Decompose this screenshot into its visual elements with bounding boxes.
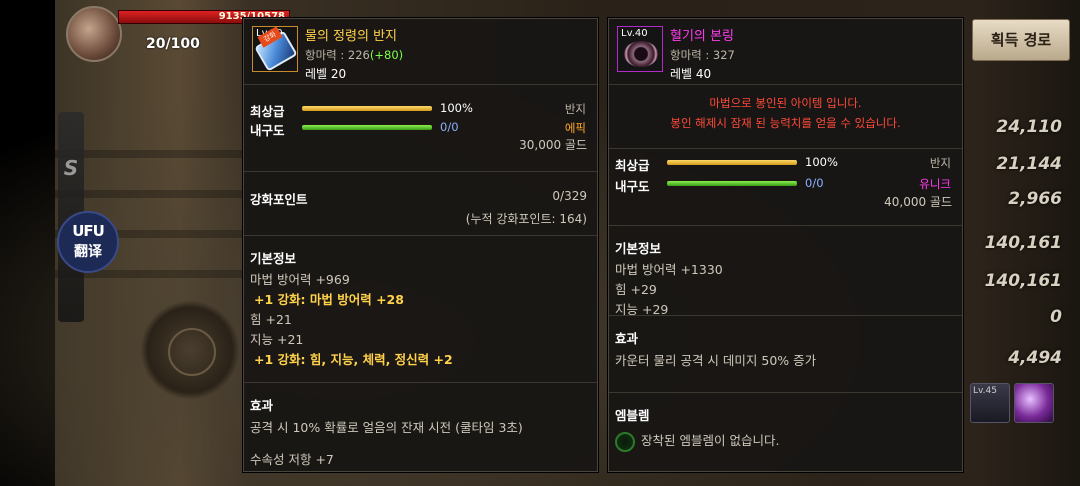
- item-tooltip-right: Lv.40 혈기의 본링 항마력 : 327 레벨 40 마법으로 봉인된 아이…: [608, 18, 963, 472]
- stat-value: 140,161: [984, 271, 1062, 291]
- item-header: Lv.20 강화 물의 정령의 반지 항마력 : 226(+80) 레벨 20: [244, 19, 597, 85]
- item-rarity: 에픽: [564, 121, 586, 135]
- durability-value: 0/0: [440, 120, 459, 134]
- grade-label: 최상급: [250, 104, 285, 119]
- magic-resist-bonus: (+80): [369, 48, 404, 62]
- basic-info-enhance-line: +1 강화: 마법 방어력 +28: [254, 292, 404, 307]
- emblem-slot-icon[interactable]: [615, 431, 635, 452]
- extra-section: 수속성 저항 +7: [244, 442, 597, 470]
- magic-resist-label: 항마력 : 327: [670, 48, 735, 62]
- basic-info-line: 마법 방어력 +1330: [615, 262, 723, 277]
- basic-info-line: 지능 +21: [250, 332, 304, 347]
- emblem-section: 엠블렘 장착된 엠블렘이 없습니다.: [609, 392, 962, 471]
- grade-label: 최상급: [615, 158, 650, 173]
- item-price: 30,000 골드: [519, 138, 587, 152]
- grade-row: 최상급 100% 반지: [250, 101, 590, 119]
- grade-row: 최상급 100% 반지: [615, 155, 955, 173]
- side-tab-label: S: [63, 156, 79, 180]
- durability-bar-fill: [302, 125, 432, 130]
- translate-button[interactable]: UFU 翻译: [57, 211, 119, 273]
- grade-bar: [667, 160, 797, 165]
- item-level: 레벨 40: [670, 67, 712, 81]
- item-price: 40,000 골드: [884, 195, 952, 209]
- sealed-line: 봉인 해제시 잠재 된 능력치를 얻을 수 있습니다.: [670, 116, 901, 130]
- translate-logo-icon: UFU: [72, 222, 105, 240]
- enhance-title: 강화포인트: [250, 192, 308, 207]
- grade-durability-block: 최상급 100% 반지 내구도 0/0 에픽 30,000 골드: [244, 85, 597, 171]
- emblem-title: 엠블렘: [615, 408, 650, 423]
- item-header: Lv.40 혈기의 본링 항마력 : 327 레벨 40: [609, 19, 962, 85]
- item-type: 반지: [564, 102, 586, 116]
- basic-info-enhance-line: +1 강화: 힘, 지능, 체력, 정신력 +2: [254, 352, 453, 367]
- stat-value: 2,966: [1008, 189, 1062, 209]
- virtual-joystick[interactable]: [140, 300, 240, 400]
- durability-bar: [302, 125, 432, 130]
- mp-text: 20/100: [146, 36, 200, 52]
- basic-info-title: 기본정보: [250, 251, 297, 266]
- item-name: 물의 정령의 반지: [305, 29, 397, 44]
- durability-row: 내구도 0/0 에픽: [250, 120, 590, 138]
- enhance-value: 0/329: [552, 189, 587, 203]
- grade-bar-fill: [302, 106, 432, 111]
- durability-bar: [667, 181, 797, 186]
- basic-info-line: 마법 방어력 +969: [250, 272, 350, 287]
- stat-value: 24,110: [996, 117, 1062, 137]
- skill-slot-label: Lv.45: [973, 386, 997, 396]
- player-status-bar: 9135/10578 20/100: [60, 0, 290, 62]
- bone-ring-icon: [624, 41, 658, 67]
- basic-info-title: 기본정보: [615, 241, 662, 256]
- acquire-route-button[interactable]: 획득 경로: [972, 19, 1070, 61]
- magic-resist: 항마력 : 226(+80): [305, 47, 403, 63]
- item-rarity: 유니크: [919, 177, 951, 191]
- effect-section: 효과 카운터 물리 공격 시 데미지 50% 증가: [609, 315, 962, 392]
- basic-info-section: 기본정보 마법 방어력 +969 +1 강화: 마법 방어력 +28 힘 +21…: [244, 235, 597, 382]
- item-name: 혈기의 본링: [670, 29, 734, 44]
- effect-text: 공격 시 10% 확률로 얼음의 잔재 시전 (쿨타임 3초): [250, 420, 523, 435]
- ring-item-icon: Lv.40: [617, 26, 663, 72]
- enhance-section: 강화포인트 0/329 (누적 강화포인트: 164): [244, 171, 597, 235]
- effect-section: 효과 공격 시 10% 확률로 얼음의 잔재 시전 (쿨타임 3초): [244, 382, 597, 442]
- emblem-text: 장착된 엠블렘이 없습니다.: [641, 433, 780, 448]
- grade-bar: [302, 106, 432, 111]
- basic-info-section: 기본정보 마법 방어력 +1330 힘 +29 지능 +29: [609, 225, 962, 317]
- item-level-badge: Lv.40: [621, 28, 648, 39]
- orb-skill-icon[interactable]: [1014, 383, 1054, 423]
- sealed-notice: 마법으로 봉인된 아이템 입니다. 봉인 해제시 잠재 된 능력치를 얻을 수 …: [609, 85, 962, 149]
- item-tooltip-left: Lv.20 강화 물의 정령의 반지 항마력 : 226(+80) 레벨 20 …: [243, 18, 598, 472]
- extra-line: 수속성 저항 +7: [250, 452, 334, 467]
- player-avatar[interactable]: [66, 6, 122, 62]
- durability-value: 0/0: [805, 176, 824, 190]
- stat-value: 0: [1050, 307, 1062, 327]
- durability-row: 내구도 0/0 유니크: [615, 176, 955, 194]
- item-level: 레벨 20: [305, 67, 347, 81]
- durability-bar-fill: [667, 181, 797, 186]
- basic-info-line: 힘 +21: [250, 312, 292, 327]
- grade-bar-fill: [667, 160, 797, 165]
- ring-item-icon: Lv.20 강화: [252, 26, 298, 72]
- effect-title: 효과: [250, 398, 274, 413]
- sealed-line: 마법으로 봉인된 아이템 입니다.: [709, 96, 862, 110]
- magic-resist-label: 항마력 : 226: [305, 48, 370, 62]
- stat-value: 140,161: [984, 233, 1062, 253]
- durability-label: 내구도: [615, 179, 650, 194]
- enhance-cumulative: (누적 강화포인트: 164): [465, 212, 587, 226]
- durability-label: 내구도: [250, 123, 285, 138]
- grade-durability-block: 최상급 100% 반지 내구도 0/0 유니크 40,000 골드: [609, 149, 962, 225]
- stat-value: 4,494: [1008, 348, 1062, 368]
- translate-label: 翻译: [74, 244, 102, 260]
- stat-value: 21,144: [996, 154, 1062, 174]
- effect-text: 카운터 물리 공격 시 데미지 50% 증가: [615, 353, 817, 368]
- basic-info-line: 힘 +29: [615, 282, 657, 297]
- grade-percent: 100%: [440, 101, 473, 115]
- emblem-row: 장착된 엠블렘이 없습니다.: [615, 431, 956, 452]
- skill-slot-icon[interactable]: Lv.45: [970, 383, 1010, 423]
- grade-percent: 100%: [805, 155, 838, 169]
- item-type: 반지: [929, 156, 951, 170]
- effect-title: 효과: [615, 331, 639, 346]
